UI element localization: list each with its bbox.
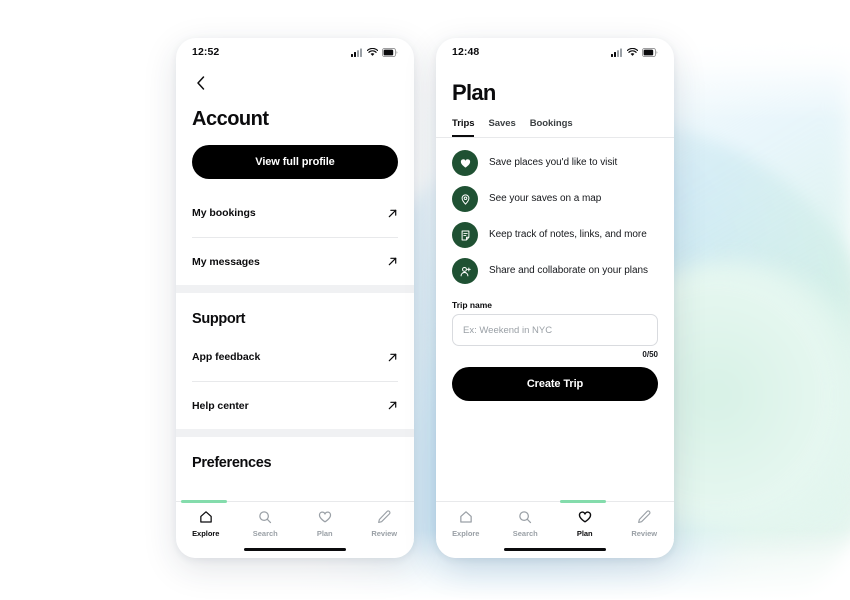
bottom-tab-bar: Explore Search Plan Review bbox=[176, 500, 415, 540]
page-title: Account bbox=[192, 108, 269, 130]
status-bar-time: 12:48 bbox=[452, 46, 480, 58]
tab-label: Plan bbox=[316, 529, 333, 538]
page-title: Plan bbox=[452, 80, 496, 105]
heart-icon bbox=[318, 511, 331, 523]
tab-search[interactable]: Search bbox=[496, 509, 556, 538]
feature-text: Save places you'd like to visit bbox=[489, 157, 618, 169]
map-pin-icon bbox=[452, 186, 478, 212]
plan-tab-strip: Trips Saves Bookings bbox=[436, 106, 674, 138]
wifi-icon bbox=[367, 47, 378, 56]
feature-item-save-places: Save places you'd like to visit bbox=[452, 150, 658, 176]
external-link-arrow-icon bbox=[388, 353, 397, 361]
background-fade-bottom bbox=[0, 530, 850, 600]
phone-screen-account: 12:52 Account View full profile My booki… bbox=[176, 38, 414, 558]
active-tab-indicator bbox=[560, 500, 606, 503]
active-tab-indicator bbox=[181, 500, 227, 503]
menu-item-app-feedback[interactable]: App feedback bbox=[192, 333, 398, 381]
tab-review[interactable]: Review bbox=[615, 509, 675, 538]
feature-text: Keep track of notes, links, and more bbox=[489, 229, 647, 241]
tab-search[interactable]: Search bbox=[236, 509, 296, 538]
status-bar: 12:52 bbox=[176, 38, 414, 66]
back-chevron-icon[interactable] bbox=[192, 74, 210, 92]
tab-label: Explore bbox=[452, 529, 480, 538]
decorative-background bbox=[0, 0, 850, 600]
search-icon bbox=[259, 511, 272, 524]
menu-item-my-messages[interactable]: My messages bbox=[192, 237, 398, 285]
view-full-profile-button[interactable]: View full profile bbox=[192, 145, 398, 179]
menu-item-label: My bookings bbox=[192, 207, 256, 219]
tab-saves[interactable]: Saves bbox=[488, 118, 515, 137]
cellular-signal-icon bbox=[351, 48, 362, 57]
feature-item-notes: Keep track of notes, links, and more bbox=[452, 222, 658, 248]
status-bar: 12:48 bbox=[436, 38, 674, 66]
tab-label: Review bbox=[631, 529, 658, 538]
tab-label: Search bbox=[252, 529, 278, 538]
tab-bookings[interactable]: Bookings bbox=[530, 118, 573, 137]
status-bar-icons bbox=[351, 47, 398, 57]
character-counter: 0/50 bbox=[642, 350, 658, 359]
status-bar-icons bbox=[611, 47, 658, 57]
menu-item-label: App feedback bbox=[192, 351, 261, 363]
menu-item-label: My messages bbox=[192, 255, 260, 268]
feature-item-share: Share and collaborate on your plans bbox=[452, 258, 658, 284]
tab-plan[interactable]: Plan bbox=[295, 509, 355, 538]
external-link-arrow-icon bbox=[388, 209, 397, 217]
note-icon bbox=[452, 222, 478, 248]
bottom-tab-bar: Explore Search Plan Review bbox=[436, 500, 675, 540]
create-trip-button[interactable]: Create Trip bbox=[452, 367, 658, 401]
tab-explore[interactable]: Explore bbox=[436, 509, 496, 538]
support-section: Support App feedback Help center bbox=[176, 293, 414, 429]
feature-text: See your saves on a map bbox=[489, 193, 602, 205]
external-link-arrow-icon bbox=[388, 401, 397, 410]
preferences-section: Preferences bbox=[176, 437, 414, 477]
tab-label: Review bbox=[371, 529, 398, 538]
section-divider bbox=[176, 429, 414, 437]
home-indicator[interactable] bbox=[504, 547, 606, 551]
section-heading-preferences: Preferences bbox=[192, 455, 272, 471]
heart-icon bbox=[578, 511, 591, 523]
home-indicator-area bbox=[436, 540, 674, 558]
home-indicator-area bbox=[176, 540, 414, 558]
section-divider bbox=[176, 285, 414, 293]
tab-plan[interactable]: Plan bbox=[555, 509, 615, 538]
feature-list: Save places you'd like to visit See your… bbox=[436, 138, 674, 284]
back-navigation-row[interactable] bbox=[176, 66, 414, 94]
phone-screen-plan: 12:48 Plan Trips Saves Bookings Save pla… bbox=[436, 38, 674, 558]
account-screen-content: Account View full profile My bookings My… bbox=[176, 66, 414, 501]
section-heading-support: Support bbox=[192, 311, 246, 327]
trip-name-input[interactable] bbox=[452, 314, 658, 346]
battery-icon bbox=[642, 47, 658, 57]
pencil-icon bbox=[638, 510, 651, 523]
menu-item-help-center[interactable]: Help center bbox=[192, 381, 398, 429]
search-icon bbox=[519, 511, 532, 524]
home-icon bbox=[459, 511, 472, 523]
person-add-icon bbox=[452, 258, 478, 284]
plan-screen-content: Plan Trips Saves Bookings Save places yo… bbox=[436, 66, 674, 501]
menu-item-label: Help center bbox=[192, 399, 249, 412]
tab-review[interactable]: Review bbox=[355, 509, 415, 538]
trip-name-label: Trip name bbox=[452, 300, 492, 310]
pencil-icon bbox=[378, 510, 391, 523]
tab-label: Plan bbox=[576, 529, 593, 538]
battery-icon bbox=[382, 47, 398, 57]
account-links-section: My bookings My messages bbox=[176, 189, 414, 285]
menu-item-my-bookings[interactable]: My bookings bbox=[192, 189, 398, 237]
tab-label: Search bbox=[512, 529, 538, 538]
status-bar-time: 12:52 bbox=[192, 46, 220, 58]
cellular-signal-icon bbox=[611, 48, 622, 57]
background-fade-top bbox=[0, 0, 850, 120]
home-icon bbox=[199, 511, 212, 523]
feature-text: Share and collaborate on your plans bbox=[489, 265, 648, 277]
tab-explore[interactable]: Explore bbox=[176, 509, 236, 538]
home-indicator[interactable] bbox=[244, 547, 346, 551]
feature-item-map: See your saves on a map bbox=[452, 186, 658, 212]
tab-trips[interactable]: Trips bbox=[452, 118, 475, 137]
tab-label: Explore bbox=[192, 529, 220, 538]
external-link-arrow-icon bbox=[388, 257, 397, 266]
heart-filled-icon bbox=[452, 150, 478, 176]
wifi-icon bbox=[627, 47, 638, 56]
